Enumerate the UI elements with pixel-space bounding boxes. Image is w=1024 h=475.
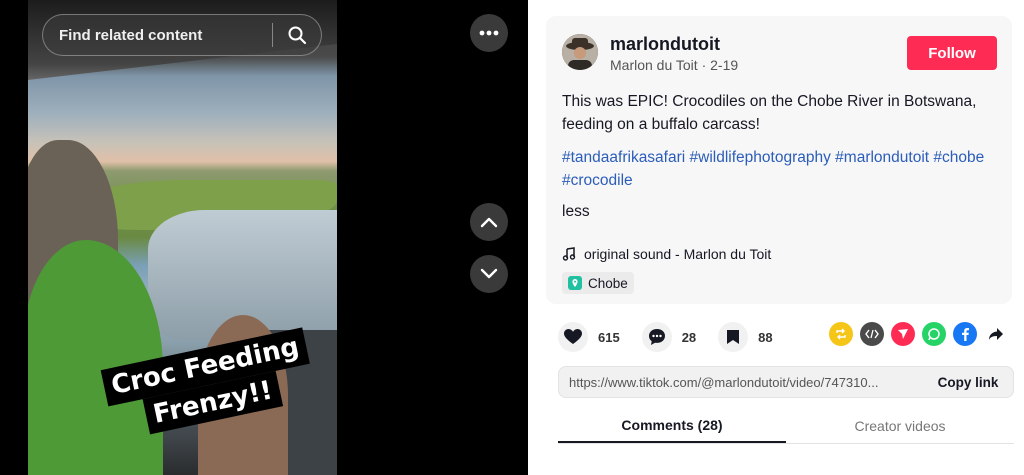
share-arrow-icon[interactable] (984, 322, 1008, 346)
bookmark-icon (718, 322, 749, 352)
video-url[interactable]: https://www.tiktok.com/@marlondutoit/vid… (559, 375, 923, 390)
heart-icon (558, 322, 588, 352)
display-name: Marlon du Toit (610, 57, 698, 73)
save-button[interactable]: 88 (718, 322, 773, 352)
music-note-icon (562, 247, 576, 261)
copy-link-button[interactable]: Copy link (923, 375, 1013, 390)
tiktok-video-page: Croc Feeding Frenzy!! Find related conte… (0, 0, 1024, 475)
post-description: This was EPIC! Crocodiles on the Chobe R… (562, 93, 977, 133)
hashtag-link[interactable]: #chobe (933, 149, 984, 166)
post-date: 2-19 (710, 57, 739, 73)
repost-icon[interactable] (829, 322, 853, 346)
sound-link[interactable]: original sound - Marlon du Toit (562, 246, 771, 262)
previous-video-button[interactable] (470, 203, 508, 241)
like-count: 615 (598, 329, 620, 345)
video-player[interactable]: Croc Feeding Frenzy!! (28, 0, 337, 475)
search-box[interactable]: Find related content (42, 14, 322, 56)
whatsapp-icon[interactable] (922, 322, 946, 346)
send-icon[interactable] (891, 322, 915, 346)
username[interactable]: marlondutoit (610, 34, 720, 55)
more-icon (479, 30, 499, 36)
location-name: Chobe (588, 275, 628, 291)
details-panel: marlondutoit Marlon du Toit · 2-19 Follo… (528, 0, 1024, 475)
author-subline: Marlon du Toit · 2-19 (610, 57, 739, 73)
copy-link-bar: https://www.tiktok.com/@marlondutoit/vid… (558, 366, 1014, 398)
less-toggle[interactable]: less (562, 203, 590, 221)
hashtag-link[interactable]: #marlondutoit (835, 149, 929, 166)
share-options (829, 322, 1008, 346)
embed-icon[interactable] (860, 322, 884, 346)
avatar[interactable] (562, 34, 598, 70)
post-info-card: marlondutoit Marlon du Toit · 2-19 Follo… (546, 16, 1012, 304)
chevron-down-icon (480, 268, 498, 279)
facebook-icon[interactable] (953, 322, 977, 346)
video-panel: Croc Feeding Frenzy!! Find related conte… (0, 0, 528, 475)
location-tag[interactable]: Chobe (562, 272, 634, 294)
engagement-bar: 615 28 88 (558, 322, 773, 352)
hashtag-link[interactable]: #crocodile (562, 172, 633, 189)
chevron-up-icon (480, 217, 498, 228)
save-count: 88 (758, 329, 773, 345)
hashtags: #tandaafrikasafari #wildlifephotography … (562, 146, 1002, 192)
tab-comments[interactable]: Comments (28) (558, 408, 786, 443)
search-icon[interactable] (273, 14, 321, 56)
follow-button[interactable]: Follow (907, 36, 997, 70)
green-jacket-figure (28, 240, 163, 475)
hashtag-link[interactable]: #wildlifephotography (690, 149, 831, 166)
tab-creator-videos[interactable]: Creator videos (786, 408, 1014, 443)
comment-icon (641, 322, 672, 352)
like-button[interactable]: 615 (558, 322, 620, 352)
comment-button[interactable]: 28 (641, 322, 697, 352)
comment-count: 28 (681, 329, 697, 345)
more-options-button[interactable] (470, 14, 508, 52)
location-pin-icon (568, 276, 582, 290)
tab-bar: Comments (28) Creator videos (558, 408, 1014, 444)
hashtag-link[interactable]: #tandaafrikasafari (562, 149, 685, 166)
next-video-button[interactable] (470, 255, 508, 293)
sound-name: original sound - Marlon du Toit (584, 246, 772, 262)
search-input[interactable]: Find related content (43, 27, 272, 44)
